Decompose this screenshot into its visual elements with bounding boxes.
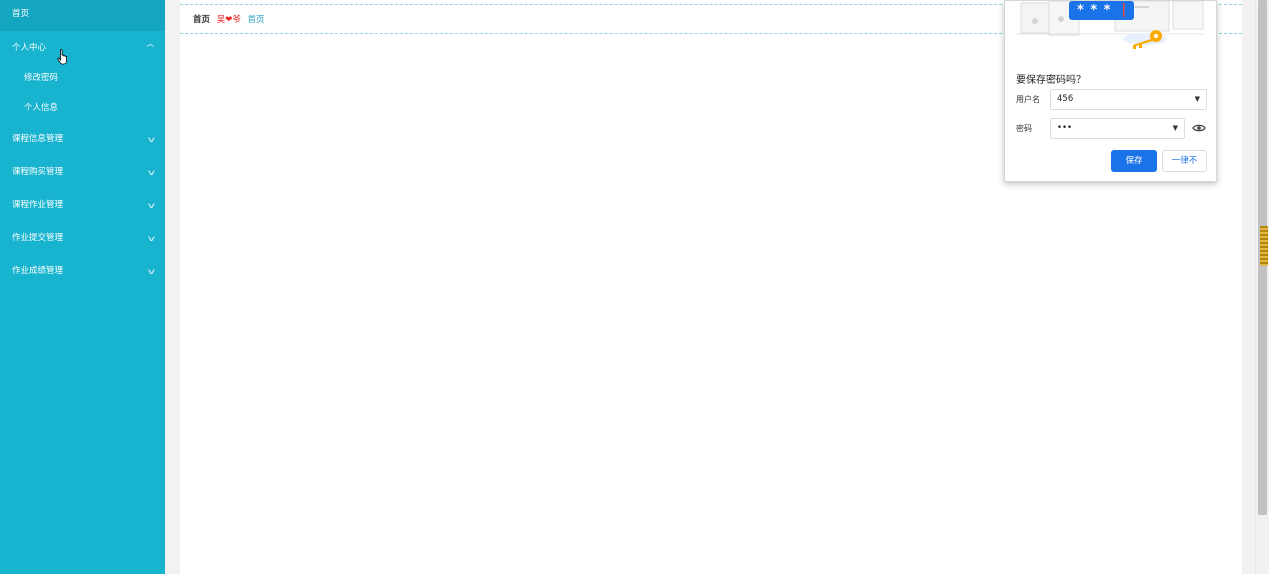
- chevron-down-icon: v: [147, 267, 156, 276]
- chevron-down-icon: v: [147, 234, 156, 243]
- sidebar-item-course-purchase[interactable]: 课程购买管理 v: [0, 156, 165, 189]
- username-label: 用户名: [1016, 95, 1040, 104]
- sidebar-item-label: 修改密码: [24, 73, 59, 83]
- username-row: 用户名 456 ▼: [1016, 89, 1208, 111]
- sidebar-item-label: 作业成绩管理: [12, 266, 64, 276]
- breadcrumb-current[interactable]: 首页: [248, 15, 265, 25]
- breadcrumb-home[interactable]: 首页: [193, 15, 210, 25]
- breadcrumb: 首页 吴❤爷 首页: [193, 13, 265, 25]
- page-scrollbar[interactable]: [1255, 0, 1269, 574]
- save-password-popup: * * * 要保存密码吗？ 用户名 456 ▼ 密码 ••• ▼ 保存 一律不: [1004, 0, 1217, 182]
- password-stars: * * *: [1077, 3, 1112, 18]
- password-value: •••: [1057, 123, 1073, 133]
- sidebar-item-homework-submit[interactable]: 作业提交管理 v: [0, 222, 165, 255]
- chevron-down-icon: v: [147, 168, 156, 177]
- chevron-up-icon: ^: [145, 43, 157, 52]
- never-button[interactable]: 一律不: [1162, 150, 1207, 172]
- sidebar: 首页 个人中心 ^ 修改密码 个人信息 课程信息管理 v 课程购买管理 v 课程…: [0, 0, 165, 574]
- username-value: 456: [1057, 94, 1074, 104]
- sidebar-item-label: 课程信息管理: [12, 134, 64, 144]
- sidebar-item-label: 课程作业管理: [12, 200, 64, 210]
- sidebar-item-label: 个人中心: [12, 43, 47, 53]
- sidebar-item-homework-grade[interactable]: 作业成绩管理 v: [0, 255, 165, 288]
- caret-down-icon: ▼: [1194, 95, 1200, 103]
- eye-icon[interactable]: [1192, 122, 1206, 134]
- sidebar-item-home[interactable]: 首页: [0, 0, 165, 31]
- password-select[interactable]: ••• ▼: [1050, 118, 1185, 139]
- caret-down-icon: ▼: [1172, 124, 1178, 132]
- password-label: 密码: [1016, 124, 1032, 133]
- hand-cursor-icon: [57, 49, 67, 65]
- sidebar-item-label: 作业提交管理: [12, 233, 64, 243]
- scrollbar-marker: [1260, 226, 1268, 266]
- username-select[interactable]: 456 ▼: [1050, 89, 1207, 110]
- sidebar-item-label: 个人信息: [24, 103, 59, 113]
- save-button[interactable]: 保存: [1111, 150, 1157, 172]
- chevron-down-icon: v: [147, 201, 156, 210]
- sidebar-item-label: 课程购买管理: [12, 167, 64, 177]
- sidebar-subitem-personal-info[interactable]: 个人信息: [0, 93, 165, 123]
- sidebar-item-label: 首页: [12, 9, 30, 19]
- sidebar-item-course-homework[interactable]: 课程作业管理 v: [0, 189, 165, 222]
- password-row: 密码 ••• ▼: [1016, 118, 1208, 140]
- breadcrumb-separator: 吴❤爷: [216, 15, 241, 25]
- popup-title: 要保存密码吗？: [1016, 75, 1086, 86]
- sidebar-item-personal-center[interactable]: 个人中心 ^: [0, 31, 165, 63]
- chevron-down-icon: v: [147, 135, 156, 144]
- sidebar-subitem-change-password[interactable]: 修改密码: [0, 63, 165, 93]
- sidebar-item-course-info[interactable]: 课程信息管理 v: [0, 123, 165, 156]
